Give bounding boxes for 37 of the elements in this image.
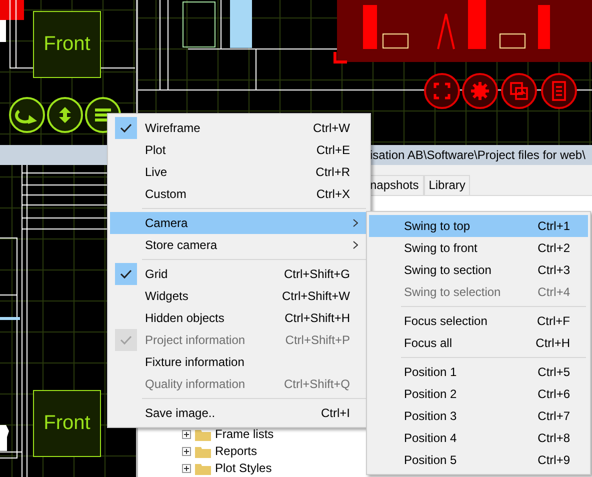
view-label[interactable]: Front [33,11,101,78]
copy-button[interactable] [501,73,537,109]
menu-item[interactable]: Position 2 Ctrl+6 [369,383,588,405]
copy-icon [509,81,529,101]
viewport[interactable]: Front [0,0,136,145]
chevron-right-icon [353,241,358,249]
menu-item[interactable]: Camera [110,212,368,234]
fullscreen-button[interactable] [424,73,460,109]
document-button[interactable] [541,73,577,109]
tree-item[interactable]: Frame lists [215,428,274,441]
menu-item[interactable]: Position 5 Ctrl+9 [369,449,588,471]
menu-icon [94,108,112,122]
menu-item[interactable]: Position 3 Ctrl+7 [369,405,588,427]
file-path: isation AB\Software\Project files for web\ [370,148,586,162]
menu-item[interactable]: Position 1 Ctrl+5 [369,361,588,383]
tab[interactable]: Library [424,175,470,195]
expand-icon[interactable] [182,464,191,473]
expand-icon[interactable] [182,430,191,439]
settings-icon [470,81,490,101]
view-label[interactable]: Front [33,390,101,457]
settings-button[interactable] [462,73,498,109]
menu-item[interactable]: Focus all Ctrl+H [369,332,588,354]
folder-icon [195,446,211,458]
rotate-button[interactable] [9,97,45,133]
folder-icon [195,462,211,474]
menu-item[interactable]: Focus selection Ctrl+F [369,310,588,332]
tree-item[interactable]: Reports [215,445,258,458]
menu-item[interactable]: Swing to section Ctrl+3 [369,259,588,281]
document-icon [549,81,569,101]
tree-item[interactable]: Plot Styles [215,462,272,475]
chevron-right-icon [353,219,358,227]
fullscreen-icon [432,81,452,101]
swap-button[interactable] [47,97,83,133]
expand-icon[interactable] [182,447,191,456]
menu-item[interactable]: Swing to front Ctrl+2 [369,237,588,259]
menu-item[interactable]: Swing to top Ctrl+1 [369,215,588,237]
menu-item[interactable]: Position 4 Ctrl+8 [369,427,588,449]
